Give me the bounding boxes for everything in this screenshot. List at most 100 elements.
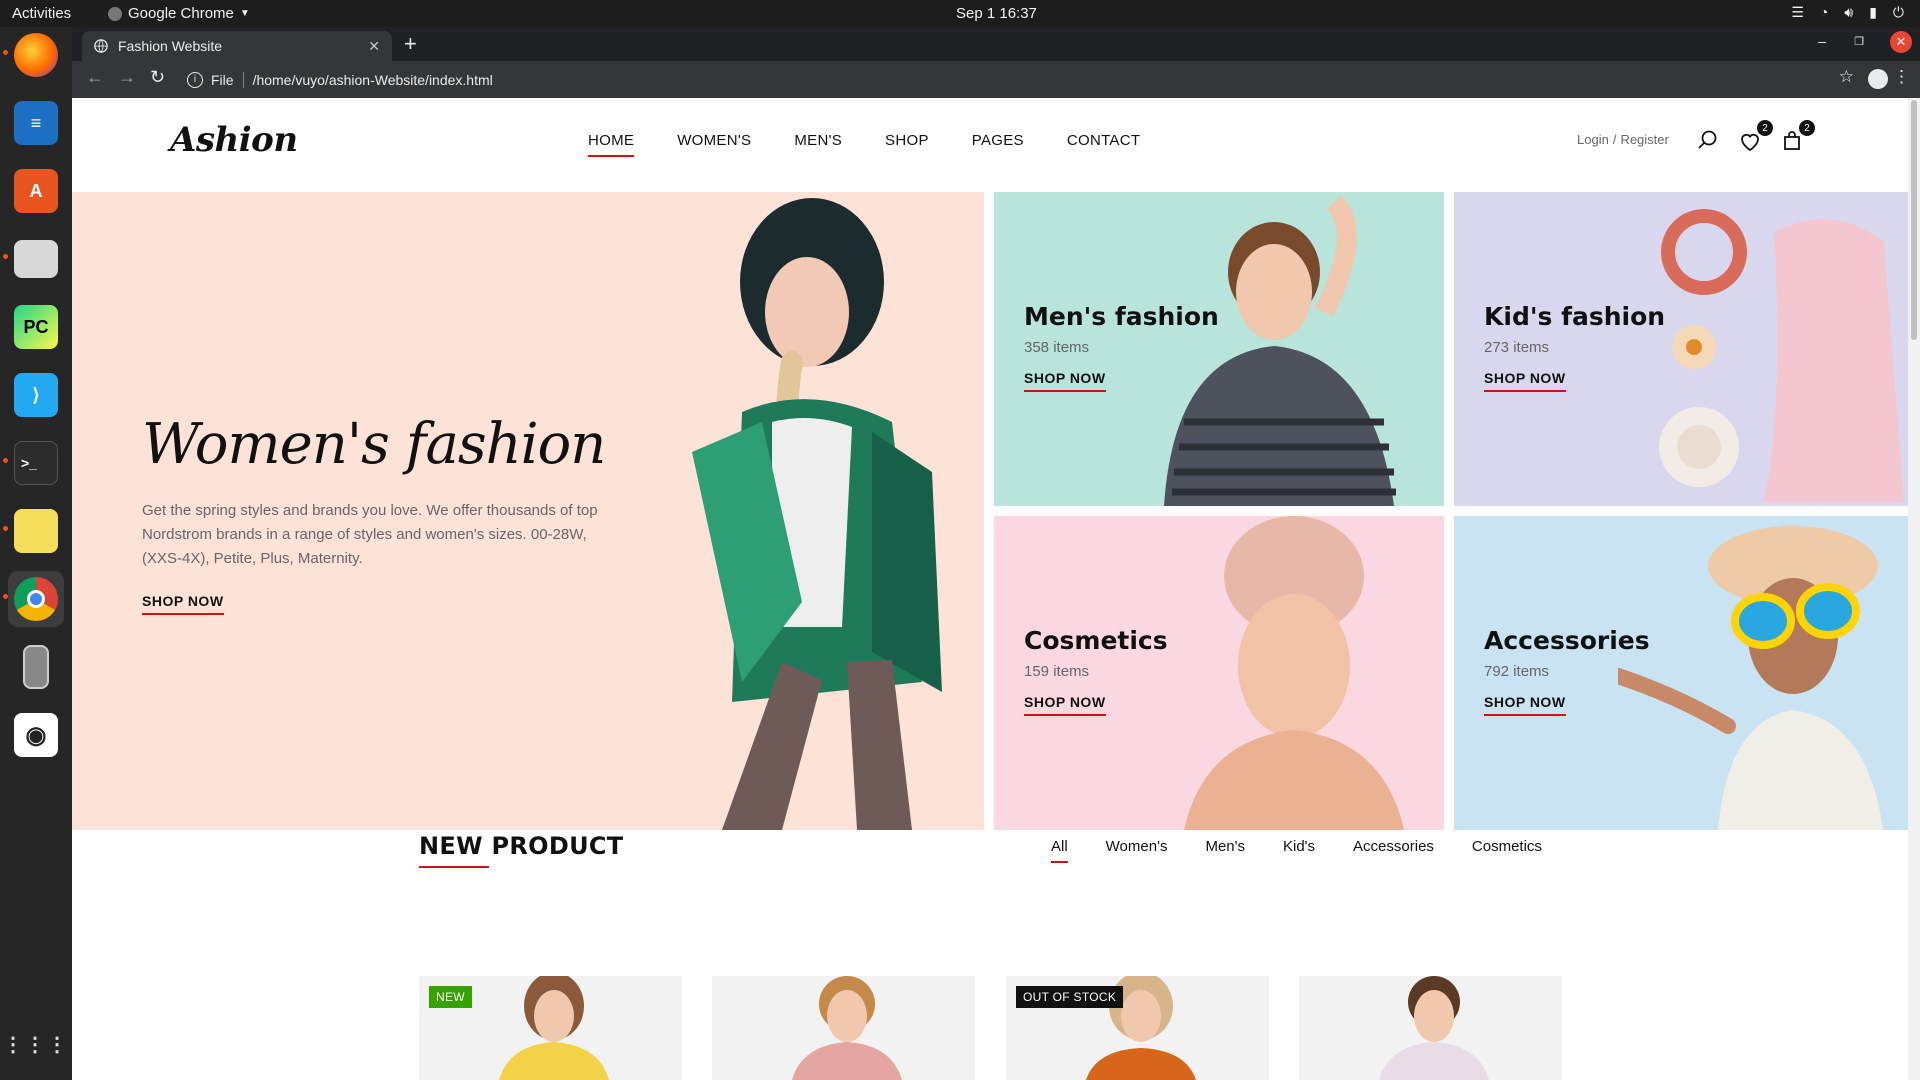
cosmetics-title: Cosmetics <box>1024 626 1168 655</box>
forward-icon[interactable]: → <box>118 67 136 88</box>
filter-kids[interactable]: Kid's <box>1283 838 1315 855</box>
browser-menu-icon[interactable]: ⋮ <box>1893 67 1910 87</box>
app-menu[interactable]: Google Chrome ▼ <box>108 5 250 22</box>
filter-womens[interactable]: Women's <box>1106 838 1168 855</box>
chrome-icon <box>14 577 58 621</box>
volume-icon[interactable]: 🔊︎ <box>1844 4 1853 21</box>
product-card[interactable] <box>1299 976 1562 1080</box>
app-menu-label: Google Chrome <box>128 5 234 22</box>
kids-shop-now-link[interactable]: SHOP NOW <box>1484 370 1566 392</box>
cart-count-badge: 2 <box>1799 120 1815 136</box>
register-link[interactable]: Register <box>1620 132 1668 147</box>
clock[interactable]: Sep 1 16:37 <box>956 5 1037 22</box>
activities-button[interactable]: Activities <box>12 5 71 22</box>
new-tab-button[interactable]: + <box>404 33 417 55</box>
kids-fashion-count: 273 items <box>1484 339 1550 356</box>
scrollbar-thumb[interactable] <box>1911 100 1917 340</box>
mens-fashion-card[interactable]: Men's fashion 358 items SHOP NOW <box>994 192 1444 506</box>
firefox-launcher[interactable] <box>8 27 64 83</box>
site-logo[interactable]: Ashion <box>170 120 298 160</box>
back-icon[interactable]: ← <box>86 67 104 88</box>
ubuntu-dock: ≡ A PC ⟩ >_ ◉ ⋮⋮⋮ <box>0 27 72 1080</box>
accessories-card[interactable]: Accessories 792 items SHOP NOW <box>1454 516 1908 830</box>
phone-icon <box>23 645 49 689</box>
power-icon[interactable]: ⏻ <box>1893 4 1904 21</box>
hero-shop-now-link[interactable]: SHOP NOW <box>142 593 224 615</box>
url-text[interactable]: /home/vuyo/ashion-Website/index.html <box>253 72 493 88</box>
kids-fashion-image <box>1659 209 1904 502</box>
bookmark-star-icon[interactable]: ☆ <box>1839 67 1854 87</box>
screenshot-launcher[interactable]: ◉ <box>8 707 64 763</box>
browser-tab[interactable]: Fashion Website ✕ <box>82 31 392 61</box>
pycharm-icon: PC <box>14 305 58 349</box>
restore-window-icon[interactable]: ❐ <box>1854 35 1864 48</box>
globe-icon <box>94 39 108 53</box>
mens-fashion-count: 358 items <box>1024 339 1090 356</box>
new-product-title: NEW PRODUCT <box>419 832 624 860</box>
womens-fashion-hero[interactable]: Women's fashion Get the spring styles an… <box>72 192 984 830</box>
close-tab-icon[interactable]: ✕ <box>368 38 380 55</box>
product-image <box>499 976 609 1080</box>
input-method-icon[interactable]: ☰ <box>1791 4 1804 21</box>
pycharm-launcher[interactable]: PC <box>8 299 64 355</box>
product-image <box>792 976 902 1080</box>
mens-fashion-title: Men's fashion <box>1024 302 1219 331</box>
browser-toolbar: ← → ↻ i File /home/vuyo/ashion-Website/i… <box>72 61 1920 98</box>
product-card[interactable]: NEW <box>419 976 682 1080</box>
grid-icon: ⋮⋮⋮ <box>3 1034 69 1056</box>
product-card[interactable]: OUT OF STOCK <box>1006 976 1269 1080</box>
address-bar[interactable]: i File /home/vuyo/ashion-Website/index.h… <box>177 65 1877 94</box>
software-center-icon: A <box>14 169 58 213</box>
writer-launcher[interactable]: ≡ <box>8 95 64 151</box>
nav-womens[interactable]: WOMEN'S <box>677 132 751 149</box>
nav-shop[interactable]: SHOP <box>885 132 929 149</box>
url-separator <box>242 71 244 88</box>
page-scrollbar[interactable] <box>1908 98 1920 1080</box>
new-product-underline <box>419 866 489 868</box>
cosmetics-shop-now-link[interactable]: SHOP NOW <box>1024 694 1106 716</box>
terminal-icon: >_ <box>14 441 58 485</box>
kids-fashion-text: Kid's fashion 273 items SHOP NOW <box>1484 302 1665 392</box>
kids-fashion-title: Kid's fashion <box>1484 302 1666 331</box>
device-launcher[interactable] <box>8 639 64 695</box>
profile-avatar-icon[interactable] <box>1868 69 1888 89</box>
system-tray[interactable]: ☰ ◔ 🔊︎ ▮ ⏻ <box>1791 4 1904 21</box>
filter-all[interactable]: All <box>1051 838 1068 863</box>
info-icon[interactable]: i <box>187 71 203 88</box>
nav-home[interactable]: HOME <box>588 132 635 157</box>
show-apps-button[interactable]: ⋮⋮⋮ <box>3 1017 69 1073</box>
vscode-icon: ⟩ <box>14 373 58 417</box>
kids-fashion-card[interactable]: Kid's fashion 273 items SHOP NOW <box>1454 192 1908 506</box>
mens-shop-now-link[interactable]: SHOP NOW <box>1024 370 1106 392</box>
filter-accessories[interactable]: Accessories <box>1353 838 1434 855</box>
filter-cosmetics[interactable]: Cosmetics <box>1472 838 1542 855</box>
login-link[interactable]: Login <box>1577 132 1609 147</box>
chrome-launcher[interactable] <box>8 571 64 627</box>
hero-text: Women's fashion Get the spring styles an… <box>142 412 622 615</box>
product-image <box>1379 976 1489 1080</box>
writer-icon: ≡ <box>14 101 58 145</box>
main-nav: HOME WOMEN'S MEN'S SHOP PAGES CONTACT <box>588 132 1140 157</box>
notes-launcher[interactable] <box>8 503 64 559</box>
software-center-launcher[interactable]: A <box>8 163 64 219</box>
page-viewport: Ashion HOME WOMEN'S MEN'S SHOP PAGES CON… <box>72 98 1920 1080</box>
chrome-app-icon <box>108 6 122 21</box>
search-icon[interactable] <box>1696 128 1720 152</box>
url-scheme-label: File <box>211 71 234 88</box>
wifi-icon[interactable]: ◔ <box>1820 4 1828 21</box>
cosmetics-card[interactable]: Cosmetics 159 items SHOP NOW <box>994 516 1444 830</box>
accessories-shop-now-link[interactable]: SHOP NOW <box>1484 694 1566 716</box>
battery-icon[interactable]: ▮ <box>1869 4 1877 21</box>
system-top-bar: Activities Google Chrome ▼ Sep 1 16:37 ☰… <box>0 0 1920 27</box>
terminal-launcher[interactable]: >_ <box>8 435 64 491</box>
product-card[interactable] <box>712 976 975 1080</box>
filter-mens[interactable]: Men's <box>1205 838 1245 855</box>
minimize-window-icon[interactable]: – <box>1818 33 1826 49</box>
nav-pages[interactable]: PAGES <box>972 132 1024 149</box>
reload-icon[interactable]: ↻ <box>150 67 165 88</box>
vscode-launcher[interactable]: ⟩ <box>8 367 64 423</box>
close-window-button[interactable]: ✕ <box>1890 31 1912 53</box>
nav-mens[interactable]: MEN'S <box>794 132 842 149</box>
files-launcher[interactable] <box>8 231 64 287</box>
nav-contact[interactable]: CONTACT <box>1067 132 1140 149</box>
